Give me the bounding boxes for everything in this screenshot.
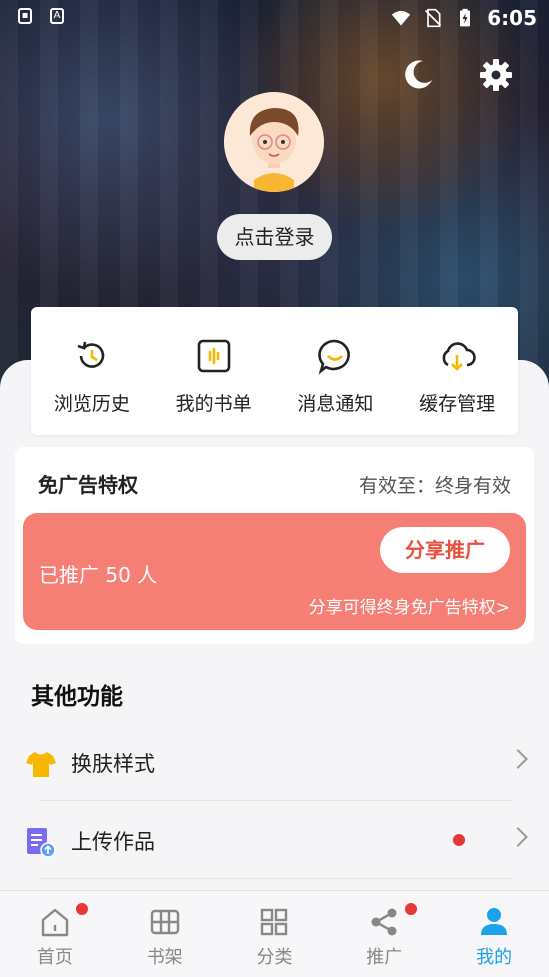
quick-action-label: 浏览历史 [53,393,130,415]
notification-dot [75,903,88,915]
list-item-upload[interactable]: 上传作品 [0,802,549,880]
notification-dot [453,834,465,846]
ad-privilege-validity: 有效至：终身有效 [358,475,511,497]
list-item-skin[interactable]: 换肤样式 [0,724,549,802]
moon-icon[interactable] [401,58,435,92]
booklist-icon [197,339,230,373]
ad-privilege-card: 免广告特权 有效至：终身有效 已推广 50 人 分享推广 分享可得终身免广告特权… [15,447,534,644]
cloud-download-icon [442,342,476,371]
ad-privilege-title: 免广告特权 [38,473,138,497]
list-item-label: 换肤样式 [71,752,155,776]
share-icon [371,908,397,936]
status-time: 6:05 [487,6,537,30]
bottom-nav: 首页 书架 分类 推广 我的 [0,890,549,977]
gear-icon[interactable] [479,58,513,92]
a-icon: A [50,8,64,24]
section-title: 其他功能 [31,684,123,710]
tab-label: 分类 [256,947,293,968]
notification-dot [405,903,418,915]
tab-category[interactable]: 分类 [220,891,330,977]
quick-action-history[interactable]: 浏览历史 [31,307,153,435]
tab-mine[interactable]: 我的 [439,891,549,977]
chevron-right-icon [508,749,528,769]
promo-banner: 已推广 50 人 分享推广 分享可得终身免广告特权> [23,513,526,630]
quick-action-label: 缓存管理 [419,393,496,415]
status-bar: ▪ A 6:05 [0,0,549,38]
tab-label: 推广 [366,947,403,968]
no-sim-icon [425,8,442,28]
history-icon [77,341,105,368]
wifi-icon [392,10,411,26]
upload-doc-icon [27,828,56,858]
quick-action-cache[interactable]: 缓存管理 [396,307,518,435]
tshirt-icon [26,752,56,777]
message-icon [318,339,351,375]
tab-label: 我的 [476,947,513,968]
share-hint-link[interactable]: 分享可得终身免广告特权> [309,593,510,618]
bookshelf-icon [150,909,179,935]
user-icon [481,908,508,935]
login-button[interactable]: 点击登录 [217,214,332,260]
divider [40,800,512,801]
promoted-count: 已推广 50 人 [39,563,158,587]
quick-action-label: 消息通知 [297,393,374,415]
quick-action-messages[interactable]: 消息通知 [275,307,397,435]
quick-action-booklist[interactable]: 我的书单 [153,307,275,435]
tab-bookshelf[interactable]: 书架 [110,891,220,977]
tab-label: 书架 [146,947,183,968]
share-promote-button[interactable]: 分享推广 [380,527,510,573]
home-icon [41,908,69,937]
quick-actions-card: 浏览历史 我的书单 消息通知 缓存管理 [31,307,518,435]
avatar[interactable] [224,92,324,192]
quick-action-label: 我的书单 [175,393,252,415]
chevron-right-icon [508,827,528,847]
tab-promote[interactable]: 推广 [329,891,439,977]
battery-charging-icon [460,8,471,27]
divider [40,878,512,879]
lock-icon: ▪ [18,8,32,24]
tab-label: 首页 [36,947,73,968]
tab-home[interactable]: 首页 [0,891,110,977]
list-item-label: 上传作品 [71,830,155,854]
grid-icon [261,908,288,936]
